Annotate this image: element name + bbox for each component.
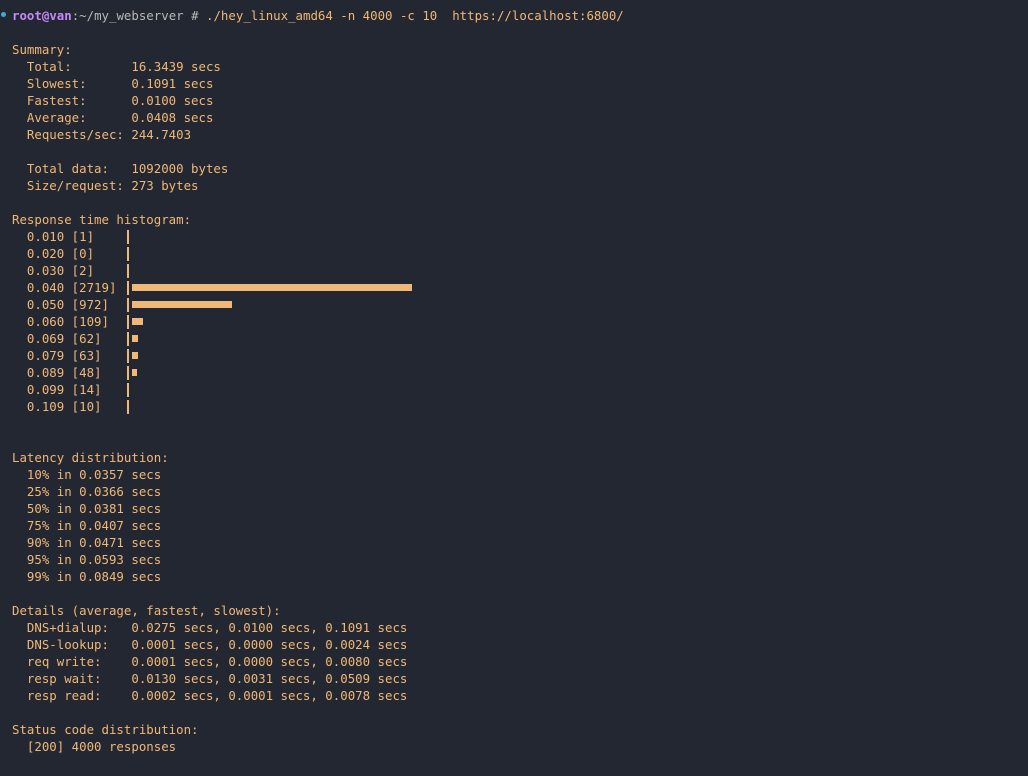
summary-row: Fastest: 0.0100 secs [12, 93, 214, 108]
histogram-axis-tick [127, 349, 129, 363]
summary-row: Requests/sec: 244.7403 [12, 127, 192, 142]
latency-row: 95% in 0.0593 secs [12, 552, 162, 567]
prompt-indicator-icon [1, 12, 6, 17]
latency-row: 10% in 0.0357 secs [12, 467, 162, 482]
details-row: resp wait: 0.0130 secs, 0.0031 secs, 0.0… [12, 671, 408, 686]
prompt-symbol: # [191, 8, 199, 23]
histogram-heading: Response time histogram: [12, 212, 192, 227]
histogram-bar [132, 369, 137, 376]
command-text: ./hey_linux_amd64 -n 4000 -c 10 https://… [206, 8, 624, 23]
histogram-row-label: 0.040 [2719] [12, 280, 117, 295]
histogram-row-label: 0.010 [1] [12, 229, 95, 244]
latency-row: 90% in 0.0471 secs [12, 535, 162, 550]
latency-row: 99% in 0.0849 secs [12, 569, 162, 584]
prompt-host: van [49, 8, 72, 23]
histogram-axis-tick [127, 264, 129, 278]
histogram-bar [132, 301, 232, 308]
summary-row: Slowest: 0.1091 secs [12, 76, 214, 91]
histogram-bar [132, 335, 138, 342]
prompt-path: ~/my_webserver [79, 8, 184, 23]
details-heading: Details (average, fastest, slowest): [12, 603, 281, 618]
histogram-row-label: 0.109 [10] [12, 399, 102, 414]
histogram-row-label: 0.030 [2] [12, 263, 95, 278]
terminal-window[interactable]: root@van:~/my_webserver # ./hey_linux_am… [0, 0, 1028, 776]
details-row: DNS-lookup: 0.0001 secs, 0.0000 secs, 0.… [12, 637, 408, 652]
details-row: resp read: 0.0002 secs, 0.0001 secs, 0.0… [12, 688, 408, 703]
histogram-row-label: 0.079 [63] [12, 348, 102, 363]
histogram-bar [132, 284, 412, 291]
histogram-row-label: 0.099 [14] [12, 382, 102, 397]
prompt-user: root [12, 8, 42, 23]
histogram-axis-tick [127, 298, 129, 312]
histogram-axis-tick [127, 315, 129, 329]
latency-row: 25% in 0.0366 secs [12, 484, 162, 499]
summary-row: Total: 16.3439 secs [12, 59, 221, 74]
histogram-axis-tick [127, 366, 129, 380]
latency-row: 50% in 0.0381 secs [12, 501, 162, 516]
histogram-row-label: 0.089 [48] [12, 365, 102, 380]
histogram-row-label: 0.050 [972] [12, 297, 109, 312]
histogram-axis-tick [127, 383, 129, 397]
summary-row: Average: 0.0408 secs [12, 110, 214, 125]
histogram-axis-tick [127, 281, 129, 295]
histogram-axis-tick [127, 230, 129, 244]
histogram-bar [132, 352, 138, 359]
histogram-axis-tick [127, 332, 129, 346]
summary-row: Total data: 1092000 bytes [12, 161, 229, 176]
details-row: req write: 0.0001 secs, 0.0000 secs, 0.0… [12, 654, 408, 669]
histogram-axis-tick [127, 247, 129, 261]
histogram-axis-tick [127, 400, 129, 414]
histogram-bar [132, 318, 143, 325]
histogram-row-label: 0.020 [0] [12, 246, 95, 261]
summary-heading: Summary: [12, 42, 72, 57]
command-prompt-line: root@van:~/my_webserver # ./hey_linux_am… [12, 7, 624, 24]
latency-heading: Latency distribution: [12, 450, 169, 465]
histogram-row-label: 0.069 [62] [12, 331, 102, 346]
latency-row: 75% in 0.0407 secs [12, 518, 162, 533]
status-row: [200] 4000 responses [12, 739, 177, 754]
histogram-row-label: 0.060 [109] [12, 314, 109, 329]
status-heading: Status code distribution: [12, 722, 199, 737]
details-row: DNS+dialup: 0.0275 secs, 0.0100 secs, 0.… [12, 620, 408, 635]
summary-row: Size/request: 273 bytes [12, 178, 199, 193]
